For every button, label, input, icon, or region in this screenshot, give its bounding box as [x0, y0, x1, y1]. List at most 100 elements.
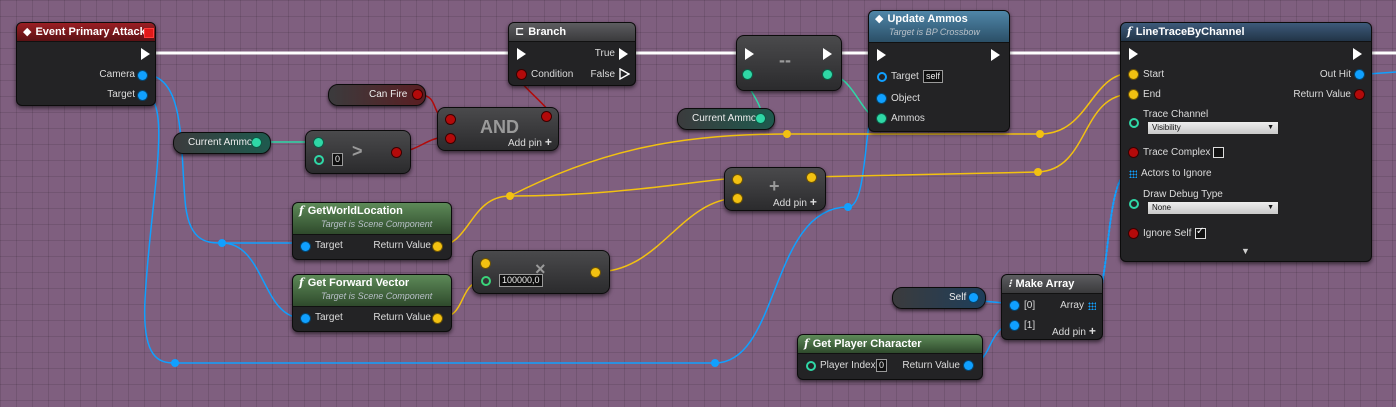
and-out-pin[interactable]	[542, 112, 551, 121]
can-fire-variable[interactable]: Can Fire	[328, 84, 426, 106]
chevron-down-icon: ▼	[1267, 124, 1274, 131]
multiply-node[interactable]: 100000,0 ×	[472, 250, 610, 294]
and-b-pin[interactable]	[446, 134, 455, 143]
get-world-location-return-pin[interactable]	[433, 242, 442, 251]
branch-false-label: False	[590, 69, 615, 80]
can-fire-out-pin[interactable]	[413, 90, 422, 99]
trace-channel-dropdown[interactable]: Visibility ▼	[1147, 121, 1279, 135]
get-player-character-index-value[interactable]: 0	[876, 359, 888, 372]
current-ammo-variable[interactable]: Current Ammo	[173, 132, 271, 154]
wire-knot	[1036, 130, 1044, 138]
update-ammos-object-pin[interactable]	[877, 94, 886, 103]
line-trace-draw-debug-pin[interactable]	[1129, 199, 1139, 209]
get-player-character-node[interactable]: f Get Player Character Player Index 0 Ret…	[797, 334, 983, 380]
multiply-a-pin[interactable]	[481, 259, 490, 268]
get-player-character-return-pin[interactable]	[964, 361, 973, 370]
self-variable[interactable]: Self	[892, 287, 986, 309]
line-trace-exec-out-pin[interactable]	[1353, 48, 1362, 60]
make-array-p1-pin[interactable]	[1010, 321, 1019, 330]
array-icon[interactable]	[1129, 170, 1137, 178]
line-trace-return-value-pin[interactable]	[1355, 90, 1364, 99]
get-forward-vector-return-pin[interactable]	[433, 314, 442, 323]
and-node[interactable]: AND Add pin +	[437, 107, 559, 151]
get-forward-vector-node[interactable]: f Get Forward Vector Target is Scene Comp…	[292, 274, 452, 332]
get-player-character-index-label: Player Index	[820, 360, 876, 371]
update-ammos-target-pin[interactable]	[877, 72, 887, 82]
decrement-node[interactable]: --	[736, 35, 842, 91]
target-pin[interactable]	[138, 91, 147, 100]
add-a-pin[interactable]	[733, 175, 742, 184]
update-ammos-node[interactable]: ◆ Update Ammos Target is BP Crossbow Targ…	[868, 10, 1010, 132]
branch-false-pin[interactable]	[619, 68, 630, 80]
branch-exec-in-pin[interactable]	[517, 48, 526, 60]
update-ammos-header[interactable]: ◆ Update Ammos Target is BP Crossbow	[869, 11, 1009, 43]
line-trace-ignore-self-pin[interactable]	[1129, 229, 1138, 238]
ignore-self-checkbox[interactable]	[1195, 226, 1206, 239]
get-forward-vector-header[interactable]: f Get Forward Vector Target is Scene Comp…	[293, 275, 451, 307]
make-array-header[interactable]: ⁝ Make Array	[1002, 275, 1102, 294]
exec-out-pin[interactable]	[141, 48, 150, 60]
decrement-exec-in-pin[interactable]	[745, 48, 754, 60]
get-forward-vector-target-label: Target	[315, 312, 343, 323]
self-out-pin[interactable]	[969, 293, 978, 302]
line-trace-out-hit-pin[interactable]	[1355, 70, 1364, 79]
decrement-out-pin[interactable]	[823, 70, 832, 79]
line-trace-header[interactable]: f LineTraceByChannel	[1121, 23, 1371, 42]
wire-knot	[171, 359, 179, 367]
add-b-pin[interactable]	[733, 194, 742, 203]
decrement-in-pin[interactable]	[743, 70, 752, 79]
add-add-pin-button[interactable]: Add pin +	[773, 195, 817, 209]
line-trace-end-pin[interactable]	[1129, 90, 1138, 99]
get-forward-vector-target-pin[interactable]	[301, 314, 310, 323]
line-trace-exec-in-pin[interactable]	[1129, 48, 1138, 60]
draw-debug-dropdown[interactable]: None ▼	[1147, 201, 1279, 215]
branch-condition-pin[interactable]	[517, 70, 526, 79]
event-primary-attack-node[interactable]: ◆ Event Primary Attack Camera Target	[16, 22, 156, 106]
branch-true-pin[interactable]	[619, 48, 628, 60]
make-array-p0-pin[interactable]	[1010, 301, 1019, 310]
array-grid-icon: ⁝	[1008, 277, 1012, 290]
greater-b-value[interactable]: 0	[332, 153, 344, 166]
line-trace-trace-complex-pin[interactable]	[1129, 148, 1138, 157]
greater-symbol: >	[352, 141, 363, 161]
current-ammo-out-pin[interactable]	[252, 138, 261, 147]
make-array-node[interactable]: ⁝ Make Array [0] Array [1] Add pin +	[1001, 274, 1103, 340]
line-trace-node[interactable]: f LineTraceByChannel Start Out Hit End Re…	[1120, 22, 1372, 262]
wire-knot	[506, 192, 514, 200]
function-icon: f	[299, 276, 304, 289]
current-ammo-variable-2[interactable]: Current Ammo	[677, 108, 775, 130]
update-ammos-ammos-pin[interactable]	[877, 114, 886, 123]
get-world-location-header[interactable]: f GetWorldLocation Target is Scene Compon…	[293, 203, 451, 235]
add-node[interactable]: + Add pin +	[724, 167, 826, 211]
get-player-character-index-pin[interactable]	[806, 361, 816, 371]
update-ammos-exec-out-pin[interactable]	[991, 49, 1000, 61]
get-world-location-target-pin[interactable]	[301, 242, 310, 251]
get-player-character-header[interactable]: f Get Player Character	[798, 335, 982, 354]
add-out-pin[interactable]	[807, 173, 816, 182]
greater-b-pin[interactable]	[314, 155, 324, 165]
expand-arrow-icon[interactable]: ▼	[1241, 246, 1250, 256]
line-trace-start-pin[interactable]	[1129, 70, 1138, 79]
event-primary-attack-header[interactable]: ◆ Event Primary Attack	[17, 23, 155, 42]
and-add-pin-button[interactable]: Add pin +	[508, 135, 552, 149]
branch-node[interactable]: ⊏ Branch True Condition False	[508, 22, 636, 86]
trace-complex-checkbox[interactable]	[1213, 147, 1224, 158]
get-world-location-node[interactable]: f GetWorldLocation Target is Scene Compon…	[292, 202, 452, 260]
make-array-add-pin-button[interactable]: Add pin +	[1052, 324, 1096, 338]
update-ammos-exec-in-pin[interactable]	[877, 49, 886, 61]
update-ammos-target-default[interactable]: self	[923, 70, 944, 83]
and-a-pin[interactable]	[446, 115, 455, 124]
multiply-out-pin[interactable]	[591, 268, 600, 277]
decrement-exec-out-pin[interactable]	[823, 48, 832, 60]
line-trace-trace-channel-label: Trace Channel	[1143, 109, 1209, 120]
line-trace-trace-channel-pin[interactable]	[1129, 118, 1139, 128]
camera-pin[interactable]	[138, 71, 147, 80]
multiply-b-pin[interactable]	[481, 276, 491, 286]
greater-than-node[interactable]: 0 >	[305, 130, 411, 174]
array-icon[interactable]	[1088, 302, 1096, 310]
greater-a-pin[interactable]	[314, 138, 323, 147]
delegate-pin-icon[interactable]	[144, 28, 154, 38]
current-ammo-out-pin-2[interactable]	[756, 114, 765, 123]
branch-header[interactable]: ⊏ Branch	[509, 23, 635, 42]
greater-out-pin[interactable]	[392, 148, 401, 157]
